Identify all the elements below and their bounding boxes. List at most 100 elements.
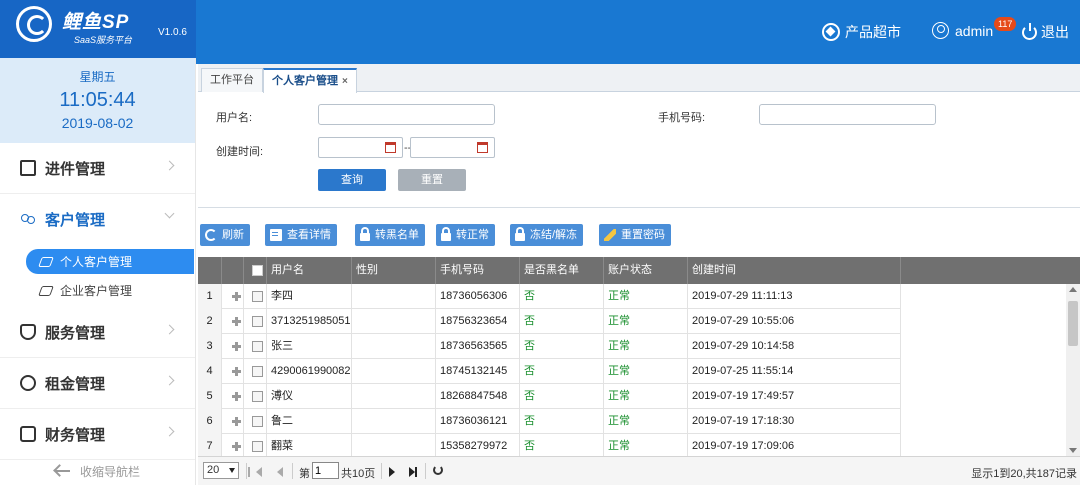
chevron-right-icon — [164, 160, 175, 171]
current-page-input[interactable] — [312, 462, 339, 479]
version-label: V1.0.6 — [158, 27, 187, 38]
collapse-sidebar-button[interactable]: 收缩导航栏 — [0, 457, 196, 485]
row-checkbox[interactable] — [252, 316, 263, 327]
scroll-up-icon[interactable] — [1069, 287, 1077, 292]
cell-blacklist: 否 — [520, 284, 604, 309]
cell-created: 2019-07-25 11:55:14 — [688, 359, 901, 384]
select-all-checkbox[interactable] — [252, 265, 263, 276]
query-button[interactable]: 查询 — [318, 169, 386, 191]
logout-button[interactable]: 退出 — [1022, 22, 1069, 42]
cell-gender — [352, 334, 436, 359]
cube-icon — [822, 23, 840, 41]
end-date-input[interactable] — [410, 137, 495, 158]
unlock-icon — [441, 227, 451, 241]
column-header-created[interactable]: 创建时间 — [688, 257, 901, 284]
column-header-blacklist[interactable]: 是否黑名单 — [520, 257, 604, 284]
calendar-icon[interactable] — [477, 142, 488, 153]
first-page-icon[interactable] — [248, 467, 262, 477]
column-header-username[interactable]: 用户名 — [267, 257, 352, 284]
shield-icon — [20, 324, 36, 340]
sidebar-subitem-personal-customers[interactable]: 个人客户管理 — [26, 249, 194, 274]
calendar-icon[interactable] — [385, 142, 396, 153]
row-checkbox[interactable] — [252, 366, 263, 377]
username-input[interactable] — [318, 104, 495, 125]
user-menu[interactable]: admin — [932, 22, 993, 39]
brand-title: 鲤鱼SP — [62, 12, 130, 33]
tab-label: 工作平台 — [210, 74, 254, 86]
refresh-button[interactable]: 刷新 — [200, 224, 250, 246]
sidebar-item-customers[interactable]: 客户管理 — [0, 194, 195, 245]
chevron-right-icon — [164, 375, 175, 386]
separator — [425, 463, 426, 479]
row-checkbox[interactable] — [252, 416, 263, 427]
cell-status: 正常 — [604, 409, 688, 434]
reset-button[interactable]: 重置 — [398, 169, 466, 191]
prev-page-icon[interactable] — [277, 467, 283, 477]
cell-blacklist: 否 — [520, 309, 604, 334]
expand-cell — [222, 284, 244, 309]
sidebar-item-rent[interactable]: 租金管理 — [0, 358, 195, 409]
cell-created: 2019-07-19 17:49:57 — [688, 384, 901, 409]
clock-panel: 星期五 11:05:44 2019-08-02 — [0, 58, 195, 143]
sidebar: 星期五 11:05:44 2019-08-02 进件管理 客户管理 个人客户管理… — [0, 58, 196, 485]
freeze-toggle-button[interactable]: 冻结/解冻 — [510, 224, 584, 246]
separator — [246, 463, 247, 479]
cell-username: 翻菜 — [267, 434, 352, 456]
page-size-select[interactable]: 20 — [203, 462, 239, 479]
select-cell — [244, 359, 267, 384]
column-header-gender[interactable]: 性别 — [352, 257, 436, 284]
row-checkbox[interactable] — [252, 391, 263, 402]
sidebar-item-services[interactable]: 服务管理 — [0, 307, 195, 358]
sidebar-item-finance[interactable]: 财务管理 — [0, 409, 195, 460]
last-page-icon[interactable] — [409, 467, 417, 477]
expand-plus-icon[interactable] — [232, 392, 241, 401]
scroll-down-icon[interactable] — [1069, 448, 1077, 453]
reset-password-button[interactable]: 重置密码 — [599, 224, 671, 246]
divider — [198, 207, 1080, 208]
vertical-scrollbar[interactable] — [1066, 284, 1080, 456]
lock-icon — [515, 227, 525, 241]
tab-personal-customers[interactable]: 个人客户管理 × — [263, 68, 357, 93]
product-market-link[interactable]: 产品超市 — [822, 22, 901, 42]
row-checkbox[interactable] — [252, 341, 263, 352]
phone-input[interactable] — [759, 104, 936, 125]
scrollbar-thumb[interactable] — [1068, 301, 1078, 346]
tab-workbench[interactable]: 工作平台 — [201, 68, 263, 92]
row-checkbox[interactable] — [252, 291, 263, 302]
start-date-input[interactable] — [318, 137, 403, 158]
column-header-status[interactable]: 账户状态 — [604, 257, 688, 284]
arrow-left-icon — [55, 470, 70, 472]
freeze-toggle-label: 冻结/解冻 — [530, 229, 578, 241]
expand-plus-icon[interactable] — [232, 342, 241, 351]
cell-created: 2019-07-29 11:11:13 — [688, 284, 901, 309]
cell-phone: 18745132145 — [436, 359, 520, 384]
blacklist-label: 转黑名单 — [375, 229, 419, 241]
separator — [292, 463, 293, 479]
document-icon — [20, 160, 36, 176]
notification-badge[interactable]: 117 — [994, 17, 1017, 31]
expand-cell — [222, 409, 244, 434]
sidebar-item-intake[interactable]: 进件管理 — [0, 143, 195, 194]
expand-plus-icon[interactable] — [232, 417, 241, 426]
column-header-phone[interactable]: 手机号码 — [436, 257, 520, 284]
brand-logo[interactable]: 鲤鱼SP SaaS服务平台 V1.0.6 — [0, 0, 196, 58]
top-header: 鲤鱼SP SaaS服务平台 V1.0.6 产品超市 admin 117 退出 — [0, 0, 1080, 64]
sidebar-subitem-enterprise-customers[interactable]: 企业客户管理 — [26, 278, 195, 303]
row-checkbox[interactable] — [252, 441, 263, 452]
cell-username: 李四 — [267, 284, 352, 309]
set-normal-button[interactable]: 转正常 — [436, 224, 495, 246]
expand-plus-icon[interactable] — [232, 292, 241, 301]
next-page-icon[interactable] — [389, 467, 395, 477]
wallet-icon — [20, 426, 36, 442]
cell-gender — [352, 284, 436, 309]
close-icon[interactable]: × — [342, 76, 348, 87]
expand-plus-icon[interactable] — [232, 442, 241, 451]
blacklist-button[interactable]: 转黑名单 — [355, 224, 425, 246]
reload-icon[interactable] — [433, 465, 443, 475]
view-details-button[interactable]: 查看详情 — [265, 224, 337, 246]
sidebar-item-label: 财务管理 — [45, 426, 106, 444]
expand-plus-icon[interactable] — [232, 317, 241, 326]
tab-bar: 工作平台 个人客户管理 × — [198, 64, 1080, 93]
expand-plus-icon[interactable] — [232, 367, 241, 376]
tag-icon — [38, 285, 54, 296]
